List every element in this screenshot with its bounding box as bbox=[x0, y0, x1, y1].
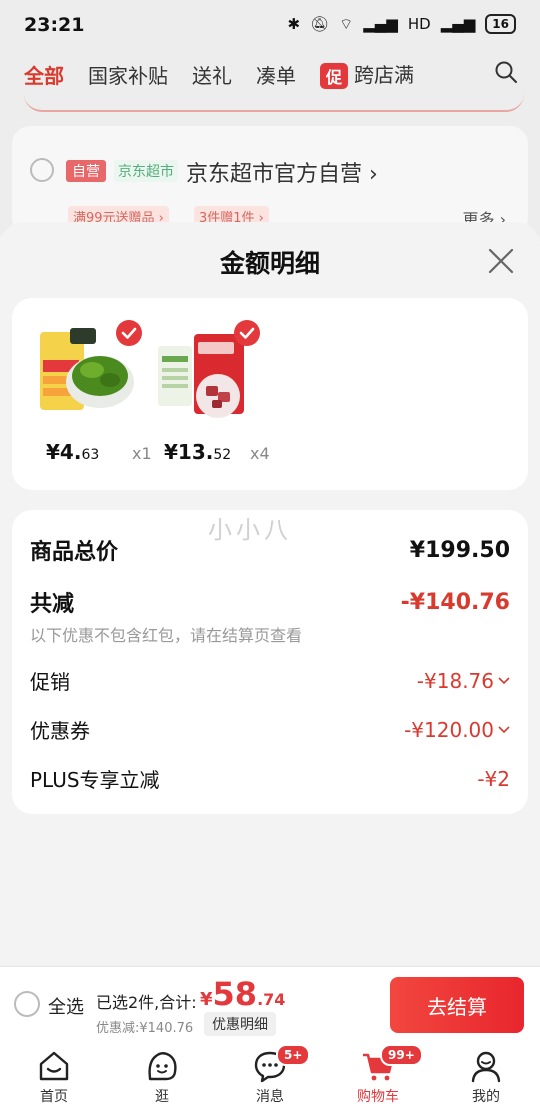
home-icon bbox=[39, 1051, 69, 1081]
store-name[interactable]: 京东超市官方自营 › bbox=[186, 156, 378, 188]
self-operated-tag: 自营 bbox=[66, 160, 106, 182]
status-icons: ✱ 🔕︎ ⌔ ▂▄▆ HD ▂▄▆ 16 bbox=[287, 14, 516, 34]
nav-explore[interactable]: 逛 bbox=[108, 1040, 216, 1116]
tab-national-subsidy[interactable]: 国家补贴 bbox=[88, 60, 168, 89]
selected-summary: 已选2件,合计: bbox=[96, 993, 197, 1012]
cart-badge: 99+ bbox=[380, 1044, 423, 1066]
tab-bundle[interactable]: 凑单 bbox=[256, 60, 296, 89]
cart-top-tabs: 全部 国家补贴 送礼 凑单 促跨店满 bbox=[0, 52, 540, 96]
coupon-value-wrap: -¥120.00 bbox=[404, 718, 510, 742]
plus-value: -¥2 bbox=[477, 766, 510, 791]
previous-card-edge bbox=[24, 94, 524, 112]
product-qty: x4 bbox=[250, 444, 270, 463]
jd-supermarket-tag: 京东超市 bbox=[114, 160, 178, 182]
store-name-text: 京东超市官方自营 bbox=[186, 162, 363, 187]
select-all-label[interactable]: 全选 bbox=[48, 993, 84, 1019]
plus-row: PLUS专享立减 -¥2 bbox=[30, 764, 510, 793]
coupon-label: 优惠券 bbox=[30, 719, 90, 743]
nav-messages-label: 消息 bbox=[256, 1089, 284, 1105]
coupon-value: -¥120.00 bbox=[404, 717, 494, 742]
promo-label: 促销 bbox=[30, 670, 70, 694]
hd-icon: HD bbox=[407, 15, 431, 33]
reduce-label: 共减 bbox=[30, 592, 75, 617]
profile-icon bbox=[471, 1051, 501, 1083]
nav-profile[interactable]: 我的 bbox=[432, 1040, 540, 1116]
nav-explore-label: 逛 bbox=[155, 1089, 169, 1105]
coupon-row[interactable]: 优惠券 -¥120.00 bbox=[30, 715, 510, 744]
product-price-int: ¥13. bbox=[164, 440, 214, 464]
store-select-radio[interactable] bbox=[30, 158, 54, 182]
total-int: 58 bbox=[212, 975, 258, 1013]
bottom-nav: 首页 逛 消息 5+ 购物车 99+ 我的 bbox=[0, 1040, 540, 1116]
total-value: ¥199.50 bbox=[409, 537, 510, 563]
nav-home[interactable]: 首页 bbox=[0, 1040, 108, 1116]
promo-value-wrap: -¥18.76 bbox=[417, 669, 510, 693]
price-detail-card: 商品总价 ¥199.50 共减 -¥140.76 以下优惠不包含红包，请在结算页… bbox=[12, 510, 528, 814]
nav-cart[interactable]: 购物车 99+ bbox=[324, 1040, 432, 1116]
product-price-dec: 52 bbox=[213, 447, 232, 463]
chevron-down-icon bbox=[498, 725, 510, 733]
product-price-int: ¥4. bbox=[46, 440, 82, 464]
nav-messages[interactable]: 消息 5+ bbox=[216, 1040, 324, 1116]
tab-cross-store[interactable]: 促跨店满 bbox=[320, 59, 414, 90]
product-item[interactable]: ¥4.63 x1 bbox=[40, 320, 152, 470]
sheet-title: 金额明细 bbox=[219, 249, 320, 278]
total-label: 商品总价 bbox=[30, 540, 119, 565]
discount-detail-button[interactable]: 优惠明细 bbox=[204, 1012, 276, 1036]
plus-label: PLUS专享立减 bbox=[30, 768, 160, 792]
promo-row[interactable]: 促销 -¥18.76 bbox=[30, 666, 510, 695]
watermark: 小小八 bbox=[208, 516, 292, 544]
reduce-value: -¥140.76 bbox=[400, 589, 510, 615]
nav-cart-label: 购物车 bbox=[357, 1089, 399, 1105]
product-price: ¥4.63 bbox=[46, 440, 99, 464]
tab-cross-store-label: 跨店满 bbox=[354, 62, 415, 87]
messages-badge: 5+ bbox=[276, 1044, 311, 1066]
tab-gift[interactable]: 送礼 bbox=[192, 60, 232, 89]
product-price: ¥13.52 bbox=[164, 440, 231, 464]
discount-line: 优惠减:¥140.76 bbox=[96, 1021, 194, 1036]
bluetooth-icon: ✱ bbox=[287, 15, 301, 33]
chevron-down-icon bbox=[498, 676, 510, 684]
promo-badge: 促 bbox=[320, 63, 349, 90]
total-amount: ¥58.74 bbox=[200, 975, 285, 1013]
signal-icon-2: ▂▄▆ bbox=[440, 15, 476, 33]
selected-check-icon bbox=[116, 320, 142, 346]
reduce-note: 以下优惠不包含红包，请在结算页查看 bbox=[30, 626, 303, 645]
selected-check-icon bbox=[234, 320, 260, 346]
promo-value: -¥18.76 bbox=[416, 668, 494, 693]
close-icon[interactable] bbox=[486, 246, 516, 276]
status-bar: 23:21 ✱ 🔕︎ ⌔ ▂▄▆ HD ▂▄▆ 16 bbox=[0, 0, 540, 52]
select-all-radio[interactable] bbox=[14, 991, 40, 1017]
tab-all[interactable]: 全部 bbox=[24, 60, 64, 89]
reduce-row: 共减 -¥140.76 bbox=[30, 586, 510, 618]
amount-detail-sheet: 金额明细 ¥4.63 x1 ¥13.52 x4 商品总价 ¥199.50 共减 … bbox=[0, 222, 540, 966]
nav-home-label: 首页 bbox=[40, 1089, 68, 1105]
explore-icon bbox=[148, 1052, 177, 1081]
checkout-button[interactable]: 去结算 bbox=[390, 977, 524, 1033]
product-item[interactable]: ¥13.52 x4 bbox=[158, 320, 270, 470]
signal-icon: ▂▄▆ bbox=[363, 15, 398, 33]
cart-background: 自营 京东超市 京东超市官方自营 › 满99元送赠品 › 3件赠1件 › 更多 … bbox=[0, 96, 540, 236]
battery-icon: 16 bbox=[485, 14, 516, 34]
status-time: 23:21 bbox=[24, 14, 85, 36]
product-qty: x1 bbox=[132, 444, 152, 463]
wifi-icon: ⌔ bbox=[339, 14, 354, 33]
product-price-dec: 63 bbox=[81, 447, 100, 463]
products-card: ¥4.63 x1 ¥13.52 x4 bbox=[12, 298, 528, 490]
store-card: 自营 京东超市 京东超市官方自营 › 满99元送赠品 › 3件赠1件 › 更多 … bbox=[12, 126, 528, 236]
mute-icon: 🔕︎ bbox=[310, 15, 330, 33]
nav-profile-label: 我的 bbox=[472, 1089, 500, 1105]
total-dec: .74 bbox=[257, 990, 286, 1009]
total-yen: ¥ bbox=[200, 989, 213, 1010]
checkout-bar: 全选 已选2件,合计: ¥58.74 优惠减:¥140.76 优惠明细 去结算 bbox=[0, 966, 540, 1040]
search-icon[interactable] bbox=[494, 60, 518, 84]
